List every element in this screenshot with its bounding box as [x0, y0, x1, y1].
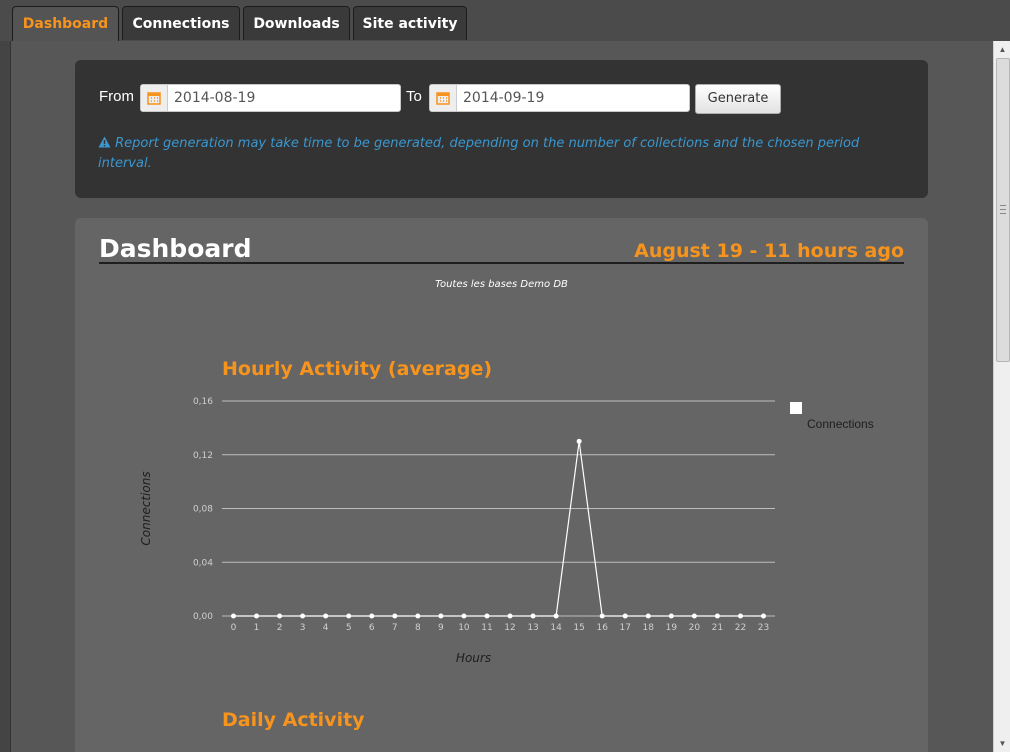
content-viewport: From 2014-08-19 To 2014-09-19 Generate R…: [10, 41, 993, 752]
x-tick-label: 0: [231, 623, 237, 633]
tab-dashboard[interactable]: Dashboard: [12, 6, 119, 42]
notice-text: Report generation may take time to be ge…: [98, 136, 860, 171]
dashboard-card: Dashboard August 19 - 11 hours ago Toute…: [75, 218, 928, 752]
generation-notice: Report generation may take time to be ge…: [98, 134, 898, 174]
x-tick-label: 19: [666, 623, 678, 633]
data-point: [761, 613, 766, 619]
x-tick-label: 11: [481, 623, 492, 633]
x-tick-label: 18: [643, 623, 655, 633]
hourly-activity-chart: 0,000,040,080,120,160 1 2 3 4 5 6 7 8 9 10 11 12 13 14…: [139, 397, 874, 665]
data-point: [277, 613, 283, 619]
vertical-scrollbar[interactable]: ▲ ▼: [993, 41, 1010, 752]
x-tick-label: 15: [573, 623, 584, 633]
data-point: [530, 613, 536, 619]
x-tick-label: 1: [254, 623, 260, 633]
data-point: [645, 613, 651, 619]
tab-site-activity[interactable]: Site activity: [353, 6, 467, 40]
x-tick-label: 22: [735, 623, 746, 633]
data-point: [369, 613, 375, 619]
scroll-up-arrow-icon[interactable]: ▲: [994, 41, 1010, 58]
to-label: To: [406, 88, 422, 105]
data-point: [737, 613, 743, 619]
data-point: [254, 613, 260, 619]
data-point: [346, 613, 352, 619]
data-point: [231, 613, 236, 619]
data-point: [323, 613, 329, 619]
legend-label: Connections: [807, 417, 874, 431]
data-point: [599, 613, 605, 619]
y-tick-label: 0,08: [193, 505, 213, 515]
y-tick-label: 0,16: [193, 397, 213, 407]
report-form-panel: From 2014-08-19 To 2014-09-19 Generate R…: [75, 60, 928, 198]
x-tick-label: 9: [438, 623, 444, 633]
data-point: [576, 438, 582, 444]
x-tick-label: 14: [550, 623, 562, 633]
data-point: [691, 613, 697, 619]
left-gutter: [0, 41, 10, 752]
data-point: [415, 613, 421, 619]
series-line: [233, 441, 764, 617]
data-point: [300, 613, 306, 619]
calendar-icon[interactable]: [141, 85, 168, 111]
y-tick-label: 0,12: [193, 451, 213, 461]
x-axis-label: Hours: [456, 651, 491, 665]
y-tick-label: 0,04: [193, 558, 213, 568]
x-tick-label: 10: [458, 623, 470, 633]
from-label: From: [99, 88, 134, 105]
x-tick-label: 16: [596, 623, 608, 633]
x-tick-label: 3: [300, 623, 306, 633]
x-tick-label: 5: [346, 623, 352, 633]
x-tick-label: 7: [392, 623, 398, 633]
x-tick-label: 8: [415, 623, 421, 633]
x-tick-label: 12: [504, 623, 515, 633]
y-tick-label: 0,00: [193, 612, 213, 622]
to-date-value: 2014-09-19: [463, 90, 545, 106]
scrollbar-thumb[interactable]: [996, 58, 1010, 362]
data-point: [668, 613, 674, 619]
x-tick-label: 13: [527, 623, 538, 633]
to-date-field[interactable]: 2014-09-19: [429, 84, 690, 112]
data-point: [714, 613, 720, 619]
legend-swatch: [790, 402, 802, 414]
tab-bar: Dashboard Connections Downloads Site act…: [0, 0, 1010, 42]
x-tick-label: 21: [712, 623, 723, 633]
x-tick-label: 17: [620, 623, 631, 633]
daily-chart-title: Daily Activity: [222, 709, 365, 731]
data-point: [507, 613, 513, 619]
from-date-value: 2014-08-19: [174, 90, 256, 106]
x-tick-label: 20: [689, 623, 701, 633]
tab-downloads[interactable]: Downloads: [243, 6, 350, 40]
tab-connections[interactable]: Connections: [122, 6, 240, 40]
y-axis-label: Connections: [139, 471, 153, 545]
scroll-down-arrow-icon[interactable]: ▼: [994, 735, 1010, 752]
data-point: [622, 613, 628, 619]
from-date-field[interactable]: 2014-08-19: [140, 84, 401, 112]
grip-icon: [1000, 205, 1006, 214]
generate-button[interactable]: Generate: [695, 84, 781, 114]
data-point: [553, 613, 559, 619]
x-tick-label: 4: [323, 623, 329, 633]
data-point: [484, 613, 490, 619]
warning-icon: [98, 136, 111, 148]
data-point: [438, 613, 444, 619]
x-tick-label: 6: [369, 623, 375, 633]
data-point: [392, 613, 398, 619]
data-point: [461, 613, 467, 619]
x-tick-label: 23: [758, 623, 769, 633]
calendar-icon[interactable]: [430, 85, 457, 111]
x-tick-label: 2: [277, 623, 283, 633]
